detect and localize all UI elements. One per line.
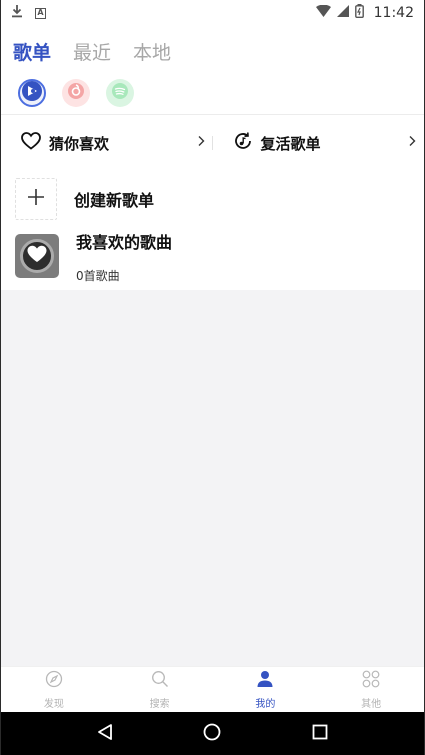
tab-recent[interactable]: 最近	[73, 38, 111, 65]
system-navigation-bar	[1, 712, 424, 755]
tab-local[interactable]: 本地	[133, 38, 171, 65]
nav-other-label: 其他	[361, 698, 382, 710]
nav-mine[interactable]: 我的	[213, 667, 319, 712]
platform-netease-button[interactable]	[62, 79, 90, 107]
nav-discover-label: 发现	[43, 698, 64, 710]
chevron-right-icon	[408, 135, 416, 151]
nav-other[interactable]: 其他	[318, 667, 424, 712]
battery-icon	[354, 4, 364, 22]
platform-spotify-button[interactable]	[106, 79, 134, 107]
status-bar: A 11:42	[1, 0, 424, 26]
create-playlist-button[interactable]: 创建新歌单	[15, 178, 415, 220]
content-empty-area	[1, 290, 424, 666]
status-time: 11:42	[373, 5, 414, 21]
library-tabs: 歌单 最近 本地	[13, 38, 171, 65]
spotify-icon	[111, 82, 129, 104]
grid-icon	[362, 670, 380, 692]
nav-mine-label: 我的	[255, 698, 276, 710]
guess-you-like-button[interactable]: 猜你喜欢	[1, 122, 213, 164]
person-icon	[256, 670, 274, 692]
chevron-right-icon	[197, 135, 205, 151]
liked-songs-text: 我喜欢的歌曲 0首歌曲	[76, 229, 172, 284]
revive-playlist-button[interactable]: 复活歌单	[213, 122, 425, 164]
recents-square-icon	[312, 724, 328, 744]
home-button[interactable]	[192, 714, 232, 754]
liked-songs-count: 0首歌曲	[76, 268, 120, 283]
bottom-navigation: 发现 搜索 我的 其他	[1, 666, 424, 712]
heart-outline-icon	[21, 132, 41, 154]
vinyl-disc-icon	[20, 239, 54, 273]
create-playlist-text: 创建新歌单	[74, 187, 154, 211]
nav-search[interactable]: 搜索	[107, 667, 213, 712]
app-logo-icon	[21, 80, 43, 106]
search-icon	[151, 670, 169, 692]
nav-discover[interactable]: 发现	[1, 667, 107, 712]
liked-songs-playlist[interactable]: 我喜欢的歌曲 0首歌曲	[15, 229, 415, 284]
back-triangle-icon	[97, 723, 113, 745]
platform-selector	[18, 79, 134, 107]
platform-app-button[interactable]	[18, 79, 46, 107]
back-button[interactable]	[85, 714, 125, 754]
nav-search-label: 搜索	[149, 698, 170, 710]
download-icon	[11, 4, 23, 22]
netease-music-icon	[67, 82, 85, 104]
create-playlist-thumb	[15, 178, 57, 220]
liked-songs-title: 我喜欢的歌曲	[76, 232, 173, 252]
create-playlist-label: 创建新歌单	[74, 191, 155, 210]
notification-a-icon: A	[35, 7, 46, 19]
compass-icon	[45, 670, 63, 692]
recents-button[interactable]	[300, 714, 340, 754]
status-left: A	[11, 4, 46, 22]
guess-you-like-label: 猜你喜欢	[49, 134, 110, 153]
plus-icon	[27, 188, 45, 210]
liked-songs-cover	[15, 234, 59, 278]
header-divider	[1, 114, 424, 115]
revive-playlist-label: 复活歌单	[260, 134, 321, 153]
heart-filled-icon	[27, 245, 47, 267]
quick-actions-separator	[212, 136, 213, 150]
revive-music-icon	[233, 131, 253, 155]
status-right: 11:42	[315, 4, 414, 22]
tab-playlists[interactable]: 歌单	[13, 38, 51, 65]
wifi-icon	[315, 4, 331, 21]
home-circle-icon	[203, 723, 221, 745]
signal-icon	[336, 5, 349, 21]
